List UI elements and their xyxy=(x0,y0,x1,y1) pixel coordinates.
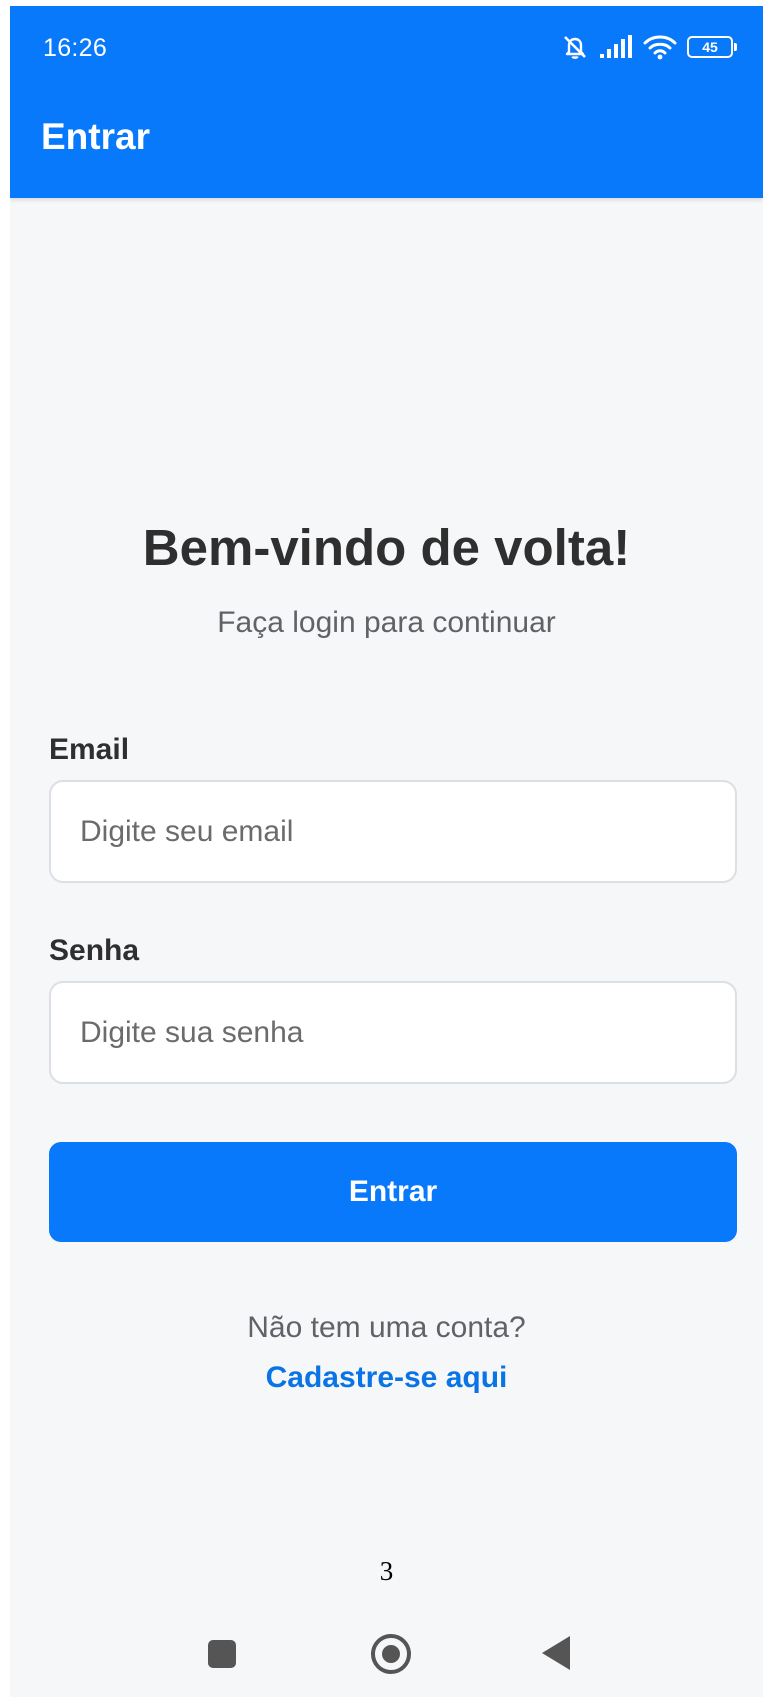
login-button[interactable]: Entrar xyxy=(49,1142,737,1242)
home-icon[interactable] xyxy=(371,1634,411,1674)
page-number: 3 xyxy=(379,1556,394,1586)
signup-link[interactable]: Cadastre-se aqui xyxy=(10,1361,763,1395)
password-label: Senha xyxy=(49,934,140,967)
home-icon-dot xyxy=(382,1645,400,1663)
back-icon[interactable] xyxy=(542,1636,570,1670)
signal-icon xyxy=(599,34,633,60)
bell-off-icon xyxy=(561,33,589,61)
phone-screen: 16:26 45 Entrar Bem-vindo de volta! Faça… xyxy=(10,6,763,1697)
no-account-prompt: Não tem uma conta? xyxy=(247,1311,526,1344)
password-field[interactable] xyxy=(49,981,737,1084)
email-label: Email xyxy=(49,733,130,766)
header-title: Entrar xyxy=(41,116,150,157)
status-time: 16:26 xyxy=(43,34,108,62)
wifi-icon xyxy=(643,34,677,60)
welcome-title: Bem-vindo de volta! xyxy=(142,519,631,576)
battery-icon: 45 xyxy=(687,36,737,58)
app-header: 16:26 45 Entrar xyxy=(10,6,763,198)
status-icons: 45 xyxy=(561,30,737,64)
welcome-subtitle: Faça login para continuar xyxy=(217,606,556,639)
battery-level: 45 xyxy=(702,39,718,55)
recent-apps-icon[interactable] xyxy=(208,1640,236,1668)
email-field[interactable] xyxy=(49,780,737,883)
